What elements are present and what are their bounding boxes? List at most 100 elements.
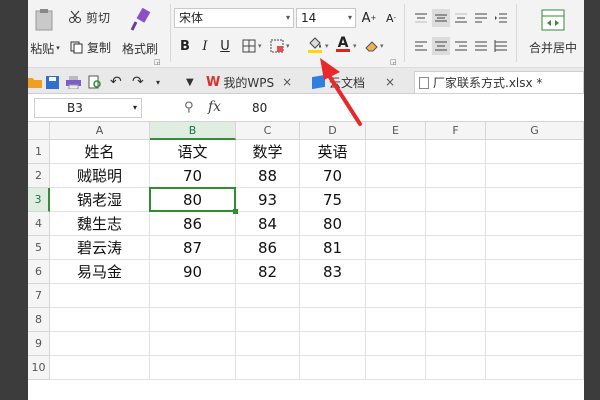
cell-c10[interactable] bbox=[236, 356, 300, 380]
cell-d10[interactable] bbox=[300, 356, 366, 380]
cell-a1[interactable]: 姓名 bbox=[50, 140, 150, 164]
open-file-icon[interactable] bbox=[28, 71, 42, 93]
cell-e3[interactable] bbox=[366, 188, 426, 212]
font-color-icon[interactable]: A bbox=[334, 35, 352, 53]
cell-f6[interactable] bbox=[426, 260, 486, 284]
cell-c1[interactable]: 数学 bbox=[236, 140, 300, 164]
cell-e7[interactable] bbox=[366, 284, 426, 308]
cell-g6[interactable] bbox=[486, 260, 584, 284]
chevron-down-icon[interactable]: ▾ bbox=[325, 42, 329, 50]
row-header-6[interactable]: 6 bbox=[28, 260, 50, 284]
align-middle-icon[interactable] bbox=[432, 9, 450, 27]
cell-f7[interactable] bbox=[426, 284, 486, 308]
align-bottom-icon[interactable] bbox=[452, 9, 470, 27]
column-header-c[interactable]: C bbox=[236, 122, 300, 140]
cell-e9[interactable] bbox=[366, 332, 426, 356]
bold-button[interactable]: B bbox=[176, 37, 194, 55]
cell-c5[interactable]: 86 bbox=[236, 236, 300, 260]
cell-a4[interactable]: 魏生志 bbox=[50, 212, 150, 236]
borders-icon[interactable] bbox=[240, 37, 258, 55]
select-all-corner[interactable] bbox=[28, 122, 50, 140]
cell-f9[interactable] bbox=[426, 332, 486, 356]
cell-g4[interactable] bbox=[486, 212, 584, 236]
column-header-d[interactable]: D bbox=[300, 122, 366, 140]
justify-icon[interactable] bbox=[472, 37, 490, 55]
fill-color-icon[interactable] bbox=[306, 35, 324, 53]
chevron-down-icon[interactable]: ▾ bbox=[258, 42, 262, 50]
cell-a9[interactable] bbox=[50, 332, 150, 356]
print-preview-icon[interactable] bbox=[88, 71, 104, 93]
clipboard-launcher-icon[interactable]: ◲ bbox=[154, 58, 161, 66]
cell-e5[interactable] bbox=[366, 236, 426, 260]
cell-b8[interactable] bbox=[150, 308, 236, 332]
font-launcher-icon[interactable]: ◲ bbox=[390, 58, 397, 66]
cell-f4[interactable] bbox=[426, 212, 486, 236]
decrease-font-icon[interactable]: A- bbox=[382, 9, 400, 27]
underline-button[interactable]: U bbox=[216, 37, 234, 55]
cell-e8[interactable] bbox=[366, 308, 426, 332]
cell-c6[interactable]: 82 bbox=[236, 260, 300, 284]
cell-g5[interactable] bbox=[486, 236, 584, 260]
cell-c3[interactable]: 93 bbox=[236, 188, 300, 212]
cell-d4[interactable]: 80 bbox=[300, 212, 366, 236]
cell-c8[interactable] bbox=[236, 308, 300, 332]
clear-format-icon[interactable] bbox=[362, 37, 380, 55]
cell-g3[interactable] bbox=[486, 188, 584, 212]
cell-f1[interactable] bbox=[426, 140, 486, 164]
cell-a5[interactable]: 碧云涛 bbox=[50, 236, 150, 260]
paste-button[interactable]: 粘贴 ▾ bbox=[28, 4, 62, 60]
undo-icon[interactable]: ↶ bbox=[110, 71, 124, 93]
row-header-1[interactable]: 1 bbox=[28, 140, 50, 164]
cell-d8[interactable] bbox=[300, 308, 366, 332]
row-header-10[interactable]: 10 bbox=[28, 356, 50, 380]
cell-b2[interactable]: 70 bbox=[150, 164, 236, 188]
fill-pattern-icon[interactable] bbox=[268, 37, 286, 55]
cell-d1[interactable]: 英语 bbox=[300, 140, 366, 164]
cell-f10[interactable] bbox=[426, 356, 486, 380]
chevron-down-icon[interactable]: ▾ bbox=[380, 42, 384, 50]
row-header-5[interactable]: 5 bbox=[28, 236, 50, 260]
italic-button[interactable]: I bbox=[196, 37, 214, 55]
cell-a6[interactable]: 易马金 bbox=[50, 260, 150, 284]
row-header-3[interactable]: 3 bbox=[28, 188, 50, 212]
increase-font-icon[interactable]: A + bbox=[360, 9, 378, 27]
cell-g8[interactable] bbox=[486, 308, 584, 332]
row-header-8[interactable]: 8 bbox=[28, 308, 50, 332]
cell-b5[interactable]: 87 bbox=[150, 236, 236, 260]
cell-a10[interactable] bbox=[50, 356, 150, 380]
distributed-icon[interactable] bbox=[492, 37, 510, 55]
column-header-e[interactable]: E bbox=[366, 122, 426, 140]
cell-b6[interactable]: 90 bbox=[150, 260, 236, 284]
align-right-icon[interactable] bbox=[452, 37, 470, 55]
zoom-search-icon[interactable]: ⚲ bbox=[184, 100, 194, 115]
close-icon[interactable]: × bbox=[282, 75, 292, 89]
wrap-text-icon[interactable] bbox=[472, 9, 490, 27]
indent-icon[interactable] bbox=[492, 9, 510, 27]
fill-handle[interactable] bbox=[233, 209, 238, 214]
cell-a3[interactable]: 锅老湿 bbox=[50, 188, 150, 212]
cell-c4[interactable]: 84 bbox=[236, 212, 300, 236]
cell-e4[interactable] bbox=[366, 212, 426, 236]
chevron-down-icon[interactable]: ▾ bbox=[353, 42, 357, 50]
align-top-icon[interactable] bbox=[412, 9, 430, 27]
cell-d3[interactable]: 75 bbox=[300, 188, 366, 212]
cell-e2[interactable] bbox=[366, 164, 426, 188]
tab-my-wps[interactable]: W 我的WPS × bbox=[206, 71, 304, 93]
cell-g9[interactable] bbox=[486, 332, 584, 356]
cell-g7[interactable] bbox=[486, 284, 584, 308]
cell-a2[interactable]: 贼聪明 bbox=[50, 164, 150, 188]
align-left-icon[interactable] bbox=[412, 37, 430, 55]
cell-e6[interactable] bbox=[366, 260, 426, 284]
fx-icon[interactable]: fx bbox=[208, 99, 221, 115]
cut-button[interactable]: 剪切 bbox=[68, 7, 110, 27]
cell-g2[interactable] bbox=[486, 164, 584, 188]
redo-icon[interactable]: ↷ bbox=[132, 71, 146, 93]
save-icon[interactable] bbox=[46, 71, 60, 93]
cell-f3[interactable] bbox=[426, 188, 486, 212]
column-header-g[interactable]: G bbox=[486, 122, 584, 140]
cell-f2[interactable] bbox=[426, 164, 486, 188]
cell-f5[interactable] bbox=[426, 236, 486, 260]
cell-f8[interactable] bbox=[426, 308, 486, 332]
cell-d5[interactable]: 81 bbox=[300, 236, 366, 260]
cell-g10[interactable] bbox=[486, 356, 584, 380]
